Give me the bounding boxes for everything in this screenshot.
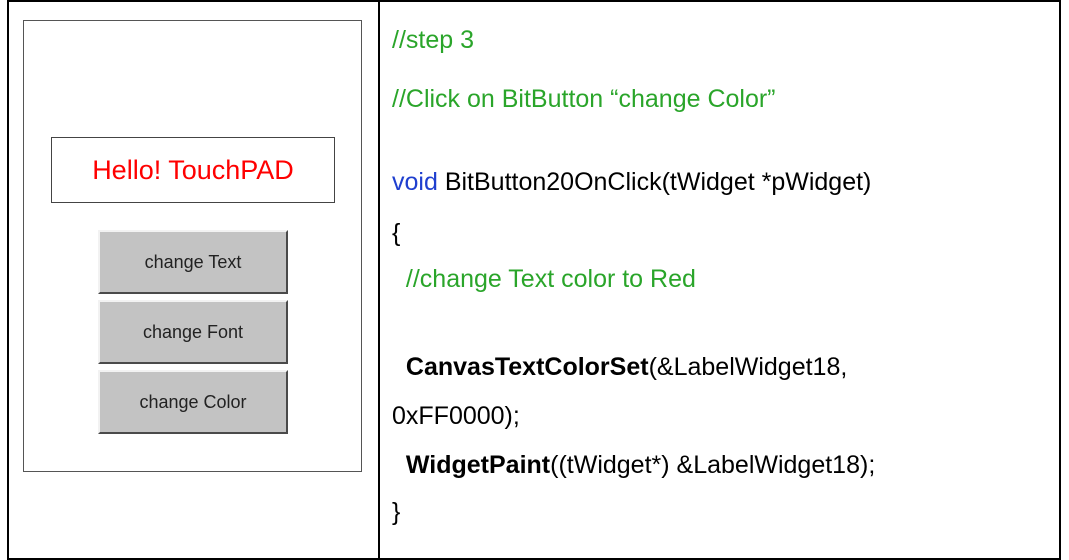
code-keyword-void: void <box>392 168 438 196</box>
code-call-args: (&LabelWidget18, <box>648 353 848 381</box>
code-comment-red: //change Text color to Red <box>392 264 696 294</box>
code-func-canvas-text-color-set: CanvasTextColorSet <box>405 353 649 381</box>
column-divider <box>378 0 380 560</box>
code-function-signature: void BitButton20OnClick(tWidget *pWidget… <box>392 167 871 197</box>
change-color-button[interactable]: change Color <box>98 370 288 434</box>
code-widget-paint: WidgetPaint((tWidget*) &LabelWidget18); <box>392 450 875 480</box>
code-call-args: ((tWidget*) &LabelWidget18); <box>550 451 876 479</box>
code-signature-rest: BitButton20OnClick(tWidget *pWidget) <box>437 168 872 196</box>
hello-label-widget: Hello! TouchPAD <box>51 137 335 203</box>
code-color-value: 0xFF0000); <box>392 402 520 430</box>
code-comment-click: //Click on BitButton “change Color” <box>392 85 776 113</box>
change-text-button[interactable]: change Text <box>98 230 288 294</box>
code-func-widget-paint: WidgetPaint <box>405 451 551 479</box>
change-font-button[interactable]: change Font <box>98 300 288 364</box>
code-comment-step: //step 3 <box>392 26 474 54</box>
code-comment-red-text: //change Text color to Red <box>405 265 696 293</box>
code-close-brace: } <box>392 498 401 526</box>
code-open-brace: { <box>392 219 401 247</box>
code-canvas-text-color-set: CanvasTextColorSet(&LabelWidget18, <box>392 352 847 382</box>
